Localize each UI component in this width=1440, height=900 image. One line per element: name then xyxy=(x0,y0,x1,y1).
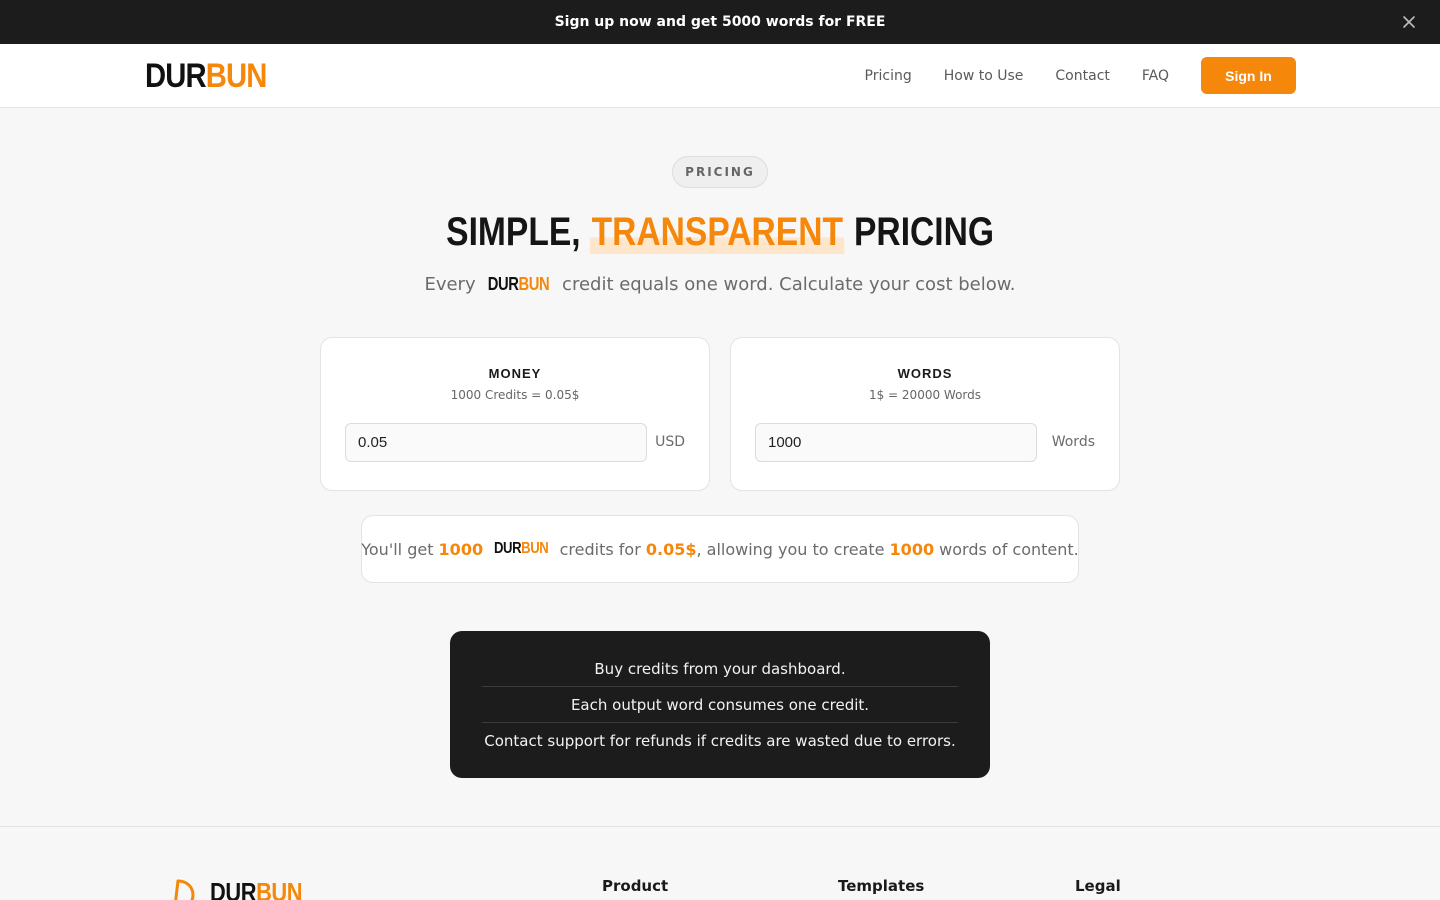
words-card: WORDS 1$ = 20000 Words Words xyxy=(730,337,1120,491)
result-words: 1000 xyxy=(889,539,935,559)
top-navigation: DURBUN Pricing How to Use Contact FAQ Si… xyxy=(0,44,1440,108)
sign-in-button[interactable]: Sign In xyxy=(1201,57,1296,94)
logo-part-dur: DUR xyxy=(145,57,207,95)
info-item: Each output word consumes one credit. xyxy=(482,687,958,723)
result-post: words of content. xyxy=(934,539,1079,559)
logo-part-bun: BUN xyxy=(205,57,268,95)
subtitle-pre: Every xyxy=(424,274,482,295)
result-inline-logo: DURBUN xyxy=(494,540,549,558)
credits-info-box: Buy credits from your dashboard. Each ou… xyxy=(450,631,990,778)
words-input[interactable] xyxy=(755,423,1037,462)
brand-logo[interactable]: DURBUN xyxy=(145,56,267,96)
footer-logo-bun: BUN xyxy=(256,877,303,900)
nav-link-how-to-use[interactable]: How to Use xyxy=(944,58,1024,94)
result-price: 0.05$ xyxy=(645,539,697,559)
info-item: Contact support for refunds if credits a… xyxy=(484,732,956,750)
nav-link-pricing[interactable]: Pricing xyxy=(865,58,912,94)
headline-post: PRICING xyxy=(844,210,994,254)
announcement-bar: Sign up now and get 5000 words for FREE xyxy=(0,0,1440,44)
info-item: Buy credits from your dashboard. xyxy=(482,651,958,687)
money-input[interactable] xyxy=(345,423,647,462)
footer-heading-product: Product xyxy=(602,877,669,895)
page-subtitle: Every DURBUN credit equals one word. Cal… xyxy=(0,271,1440,298)
headline-highlight: TRANSPARENT xyxy=(589,210,845,254)
footer: DURBUN Product Templates Legal xyxy=(0,826,1440,900)
inline-logo: DURBUN xyxy=(488,271,550,297)
money-card-rate: 1000 Credits = 0.05$ xyxy=(450,388,580,402)
logo-mark-icon xyxy=(174,879,195,900)
nav-link-contact[interactable]: Contact xyxy=(1055,58,1109,94)
money-card: MONEY 1000 Credits = 0.05$ USD xyxy=(320,337,710,491)
footer-logo-dur: DUR xyxy=(210,877,257,900)
subtitle-post: credit equals one word. Calculate your c… xyxy=(556,274,1016,295)
result-logo-dur: DUR xyxy=(494,540,522,557)
words-unit: Words xyxy=(1051,434,1095,450)
result-credits: 1000 xyxy=(438,539,484,559)
calculation-result: You'll get 1000 DURBUN credits for 0.05$… xyxy=(361,515,1079,583)
result-mid2: , allowing you to create xyxy=(696,539,890,559)
footer-heading-templates: Templates xyxy=(838,877,925,895)
section-pill: PRICING xyxy=(672,156,768,188)
result-pre: You'll get xyxy=(361,539,439,559)
inline-logo-bun: BUN xyxy=(518,274,550,294)
result-logo-bun: BUN xyxy=(521,540,549,557)
result-mid1: credits for xyxy=(554,539,646,559)
inline-logo-dur: DUR xyxy=(488,274,519,294)
footer-logo[interactable]: DURBUN xyxy=(172,877,320,900)
page-title: SIMPLE, TRANSPARENT PRICING xyxy=(0,208,1440,256)
words-card-rate: 1$ = 20000 Words xyxy=(868,388,982,402)
announcement-text: Sign up now and get 5000 words for FREE xyxy=(554,14,886,30)
words-card-title: WORDS xyxy=(897,366,953,381)
headline-pre: SIMPLE, xyxy=(446,210,590,254)
nav-link-faq[interactable]: FAQ xyxy=(1142,58,1169,94)
money-card-title: MONEY xyxy=(488,366,542,381)
money-unit: USD xyxy=(655,434,685,450)
nav-links: Pricing How to Use Contact FAQ Sign In xyxy=(865,57,1296,94)
footer-heading-legal: Legal xyxy=(1075,877,1121,895)
close-icon[interactable] xyxy=(1400,13,1418,31)
